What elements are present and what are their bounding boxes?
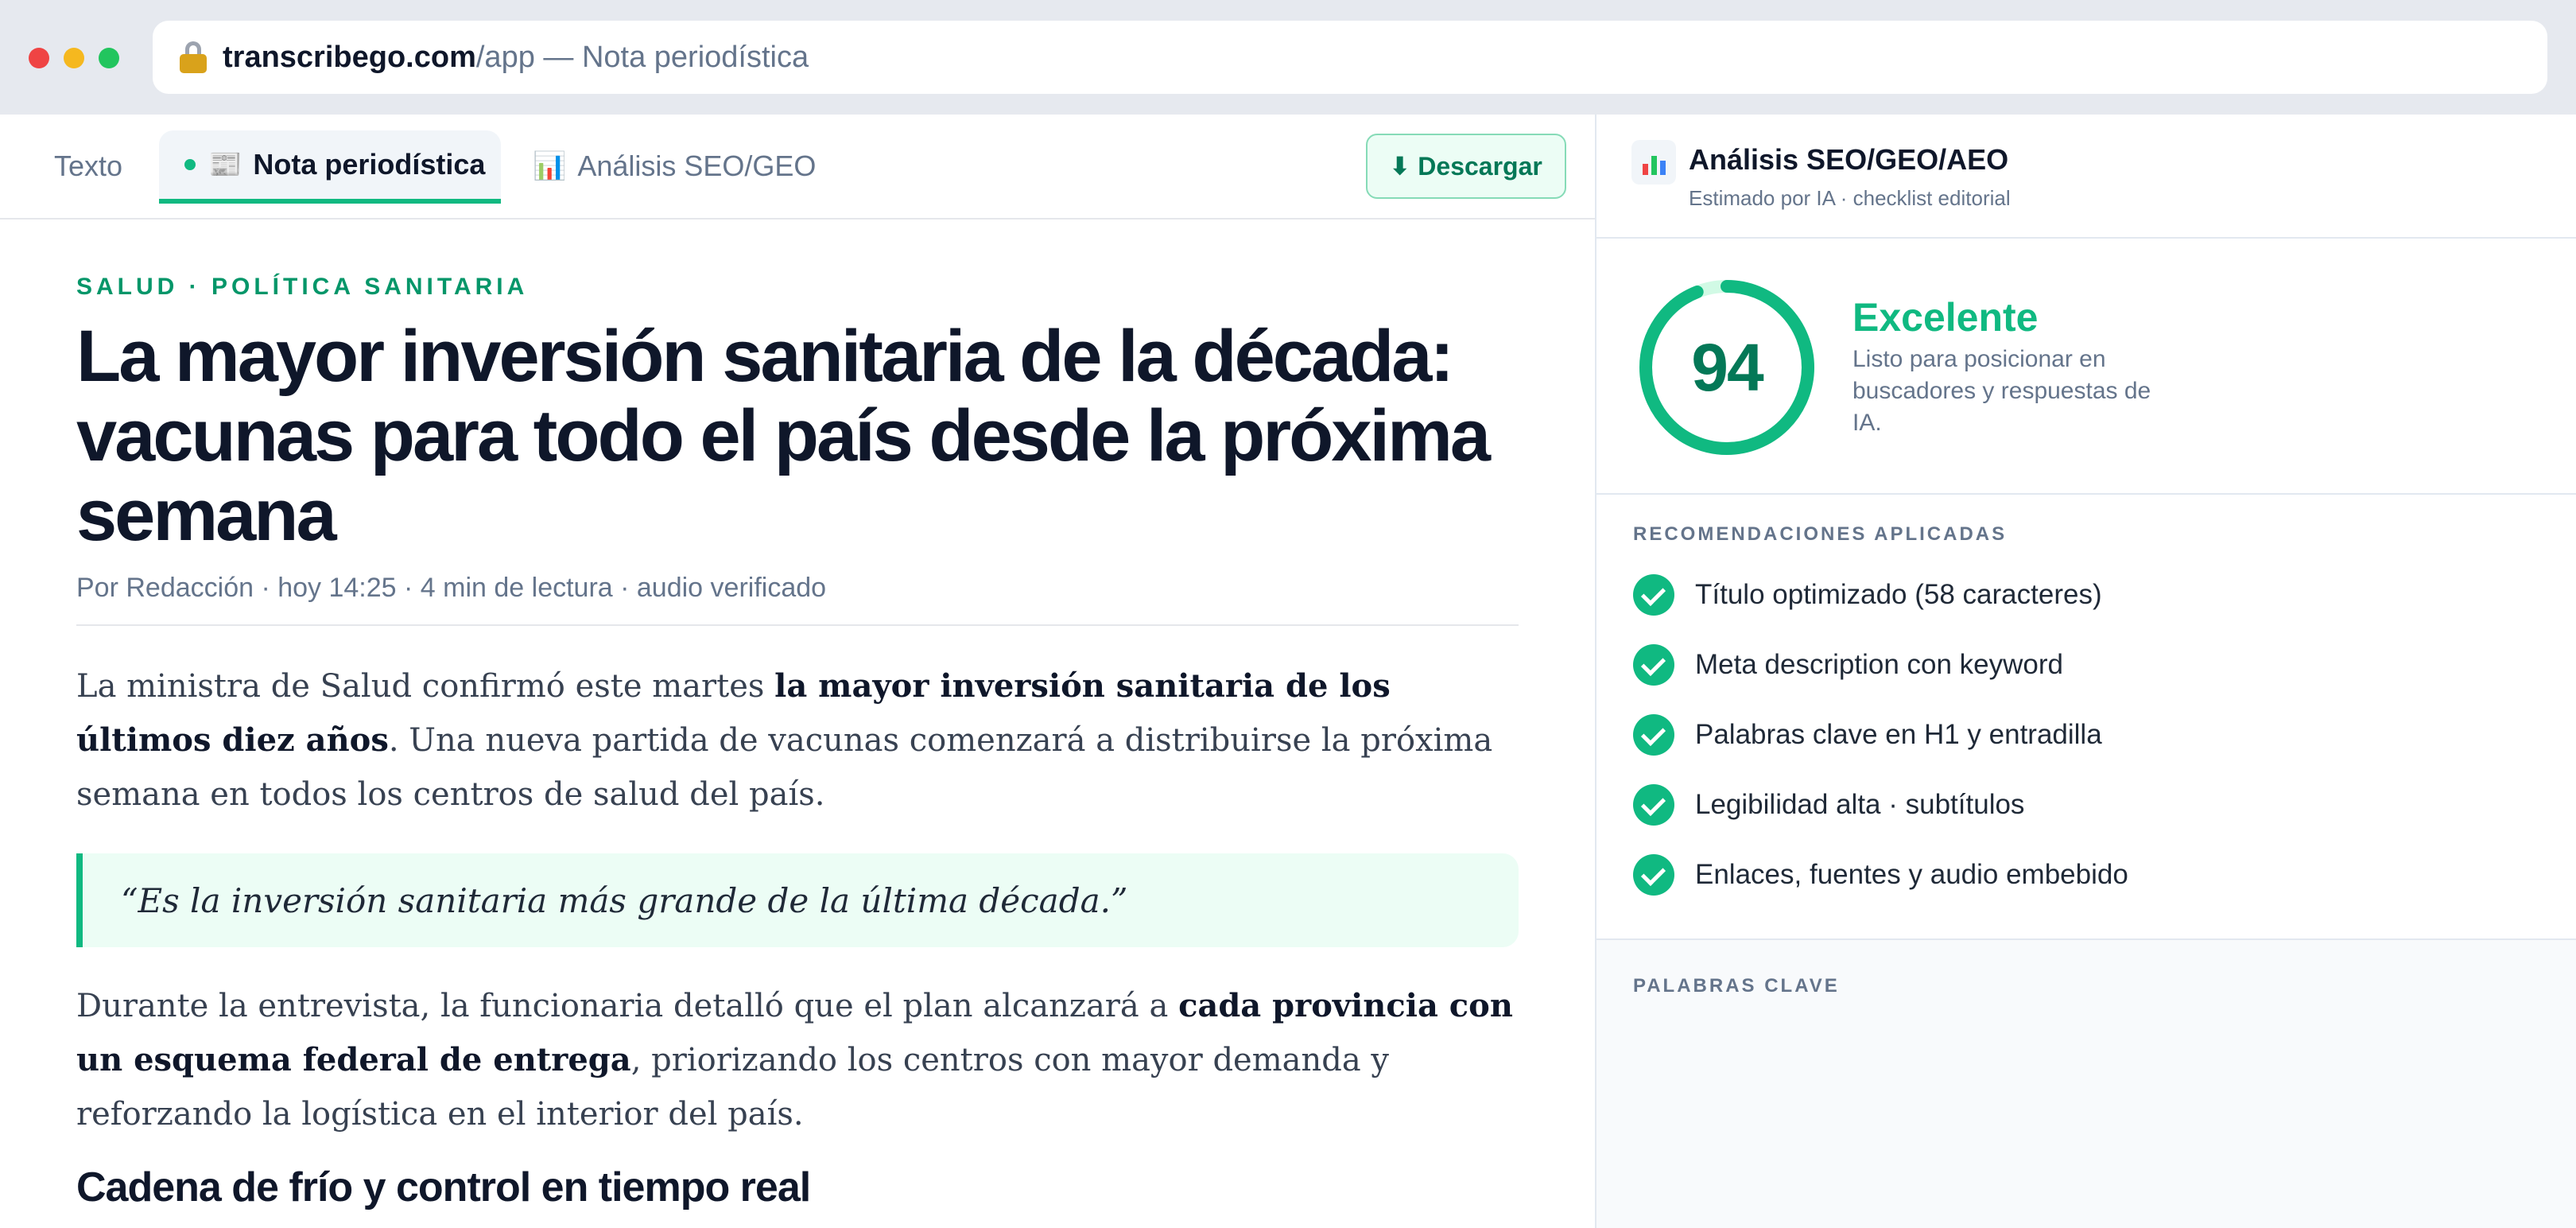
url-path: /app — Nota periodística [475, 40, 809, 74]
tab-texto[interactable]: Texto [54, 130, 122, 202]
seo-panel: Análisis SEO/GEO/AEO Estimado por IA · c… [1595, 115, 2576, 1228]
score-section: 94 Excelente Listo para posicionar en bu… [1596, 239, 2576, 495]
recommendation-item: Enlaces, fuentes y audio embebido [1633, 853, 2128, 897]
close-window-button[interactable] [29, 48, 49, 68]
tab-nota-periodistica[interactable]: 📰 Nota periodística [159, 130, 501, 204]
tab-bar: Texto 📰 Nota periodística 📊 Análisis SEO… [0, 115, 1595, 220]
recommendations-section: RECOMENDACIONES APLICADAS Título optimiz… [1596, 495, 2576, 940]
chart-icon [1631, 140, 1676, 185]
score-description: Listo para posicionar en buscadores y re… [1852, 346, 2151, 436]
check-icon [1633, 714, 1674, 756]
tab-label: Análisis SEO/GEO [577, 150, 817, 182]
bar-chart-icon: 📊 [533, 151, 567, 181]
lock-icon [180, 41, 207, 73]
recommendation-item: Palabras clave en H1 y entradilla [1633, 713, 2102, 757]
check-icon [1633, 854, 1674, 896]
check-icon [1633, 574, 1674, 616]
recommendation-text: Enlaces, fuentes y audio embebido [1695, 859, 2128, 890]
maximize-window-button[interactable] [99, 48, 119, 68]
recommendation-item: Legibilidad alta · subtítulos [1633, 783, 2024, 827]
recommendation-text: Meta description con keyword [1695, 649, 2063, 680]
panel-subtitle: Estimado por IA · checklist editorial [1689, 186, 2011, 210]
article-kicker: SALUD · POLÍTICA SANITARIA [76, 274, 529, 300]
check-icon [1633, 644, 1674, 686]
browser-chrome: transcribego.com /app — Nota periodístic… [0, 0, 2576, 115]
tab-label: Texto [54, 150, 123, 182]
editor-pane: Texto 📰 Nota periodística 📊 Análisis SEO… [0, 115, 1595, 1228]
article-subheading: Cadena de frío y control en tiempo real [76, 1164, 811, 1211]
minimize-window-button[interactable] [64, 48, 84, 68]
check-icon [1633, 784, 1674, 826]
panel-title: Análisis SEO/GEO/AEO [1689, 143, 2009, 176]
newspaper-icon: 📰 [208, 150, 242, 180]
download-label: Descargar [1418, 151, 1542, 181]
active-dot-icon [184, 159, 196, 170]
recommendation-text: Título optimizado (58 caracteres) [1695, 579, 2102, 610]
recommendation-item: Título optimizado (58 caracteres) [1633, 573, 2102, 617]
app-window: Texto 📰 Nota periodística 📊 Análisis SEO… [0, 115, 2576, 1228]
score-label: Excelente [1852, 295, 2039, 340]
article-headline: La mayor inversión sanitaria de la décad… [76, 316, 1491, 556]
score-value: 94 [1691, 329, 1763, 405]
tab-label: Nota periodística [253, 148, 486, 181]
download-button[interactable]: ⬇ Descargar [1366, 134, 1566, 199]
address-bar[interactable]: transcribego.com /app — Nota periodístic… [153, 21, 2547, 94]
url-host: transcribego.com [223, 40, 476, 74]
section-label: RECOMENDACIONES APLICADAS [1633, 523, 2008, 545]
recommendation-text: Legibilidad alta · subtítulos [1695, 789, 2025, 820]
keywords-section: PALABRAS CLAVE [1596, 940, 2576, 1228]
article-paragraph: La ministra de Salud confirmó este marte… [76, 667, 1493, 813]
article-byline: Por Redacción · hoy 14:25 · 4 min de lec… [76, 573, 1519, 626]
panel-header: Análisis SEO/GEO/AEO Estimado por IA · c… [1596, 115, 2576, 239]
article-quote: “Es la inversión sanitaria más grande de… [76, 853, 1519, 947]
tab-analisis-seo[interactable]: 📊 Análisis SEO/GEO [533, 130, 816, 202]
article: SALUD · POLÍTICA SANITARIA La mayor inve… [76, 220, 1519, 1211]
download-arrow-icon: ⬇ [1390, 153, 1410, 180]
recommendation-text: Palabras clave en H1 y entradilla [1695, 719, 2102, 750]
recommendation-item: Meta description con keyword [1633, 643, 2063, 687]
section-label: PALABRAS CLAVE [1633, 975, 1840, 997]
article-paragraph: Durante la entrevista, la funcionaria de… [76, 987, 1513, 1133]
